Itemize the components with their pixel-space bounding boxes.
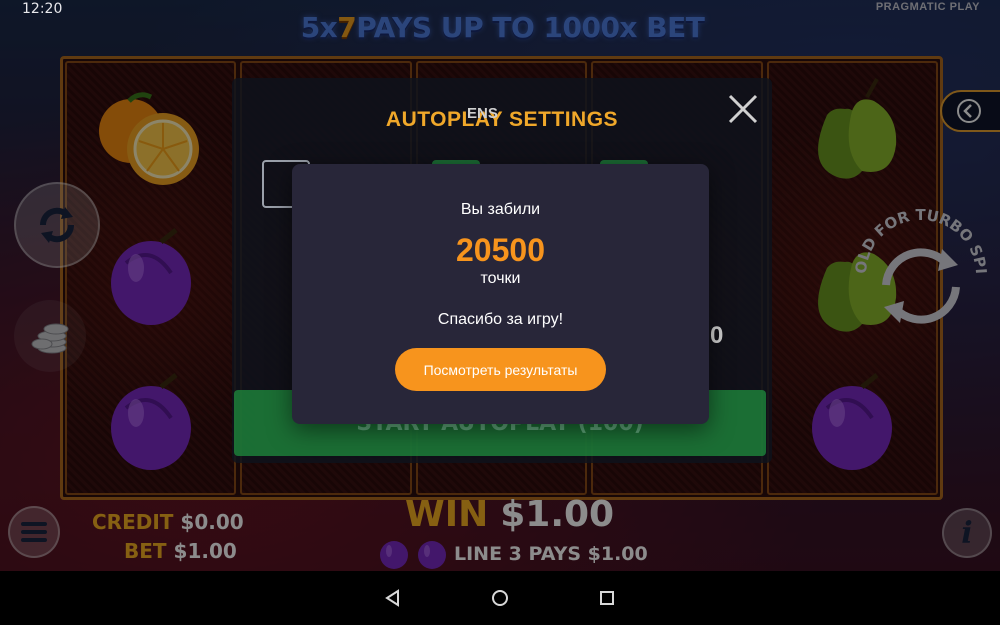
nav-back-button[interactable] bbox=[380, 585, 406, 611]
scored-label: Вы забили bbox=[460, 201, 541, 218]
game-canvas[interactable]: 5x7 PAYS UP TO 1000x BET PRAGMATIC PLAY bbox=[0, 0, 1000, 571]
close-icon[interactable] bbox=[726, 92, 760, 126]
nav-home-button[interactable] bbox=[487, 585, 513, 611]
recents-square-icon bbox=[600, 591, 614, 605]
android-nav-bar bbox=[0, 571, 1000, 625]
thanks-message: Спасибо за игру! bbox=[437, 311, 564, 328]
nav-recents-button[interactable] bbox=[594, 585, 620, 611]
home-circle-icon bbox=[492, 590, 508, 606]
autoplay-value: 0 bbox=[710, 322, 724, 349]
back-triangle-icon bbox=[385, 589, 399, 607]
autoplay-title: AUTOPLAY SETTINGS bbox=[385, 108, 619, 131]
autoplay-spins-label: ENS bbox=[467, 105, 498, 122]
points-value: 20500 bbox=[456, 232, 545, 268]
view-results-button[interactable]: Посмотреть результаты bbox=[395, 348, 606, 391]
points-unit: точки bbox=[480, 270, 521, 287]
results-modal: Вы забили 20500 точки Спасибо за игру! П… bbox=[292, 164, 709, 424]
status-time: 12:20 bbox=[22, 1, 63, 17]
